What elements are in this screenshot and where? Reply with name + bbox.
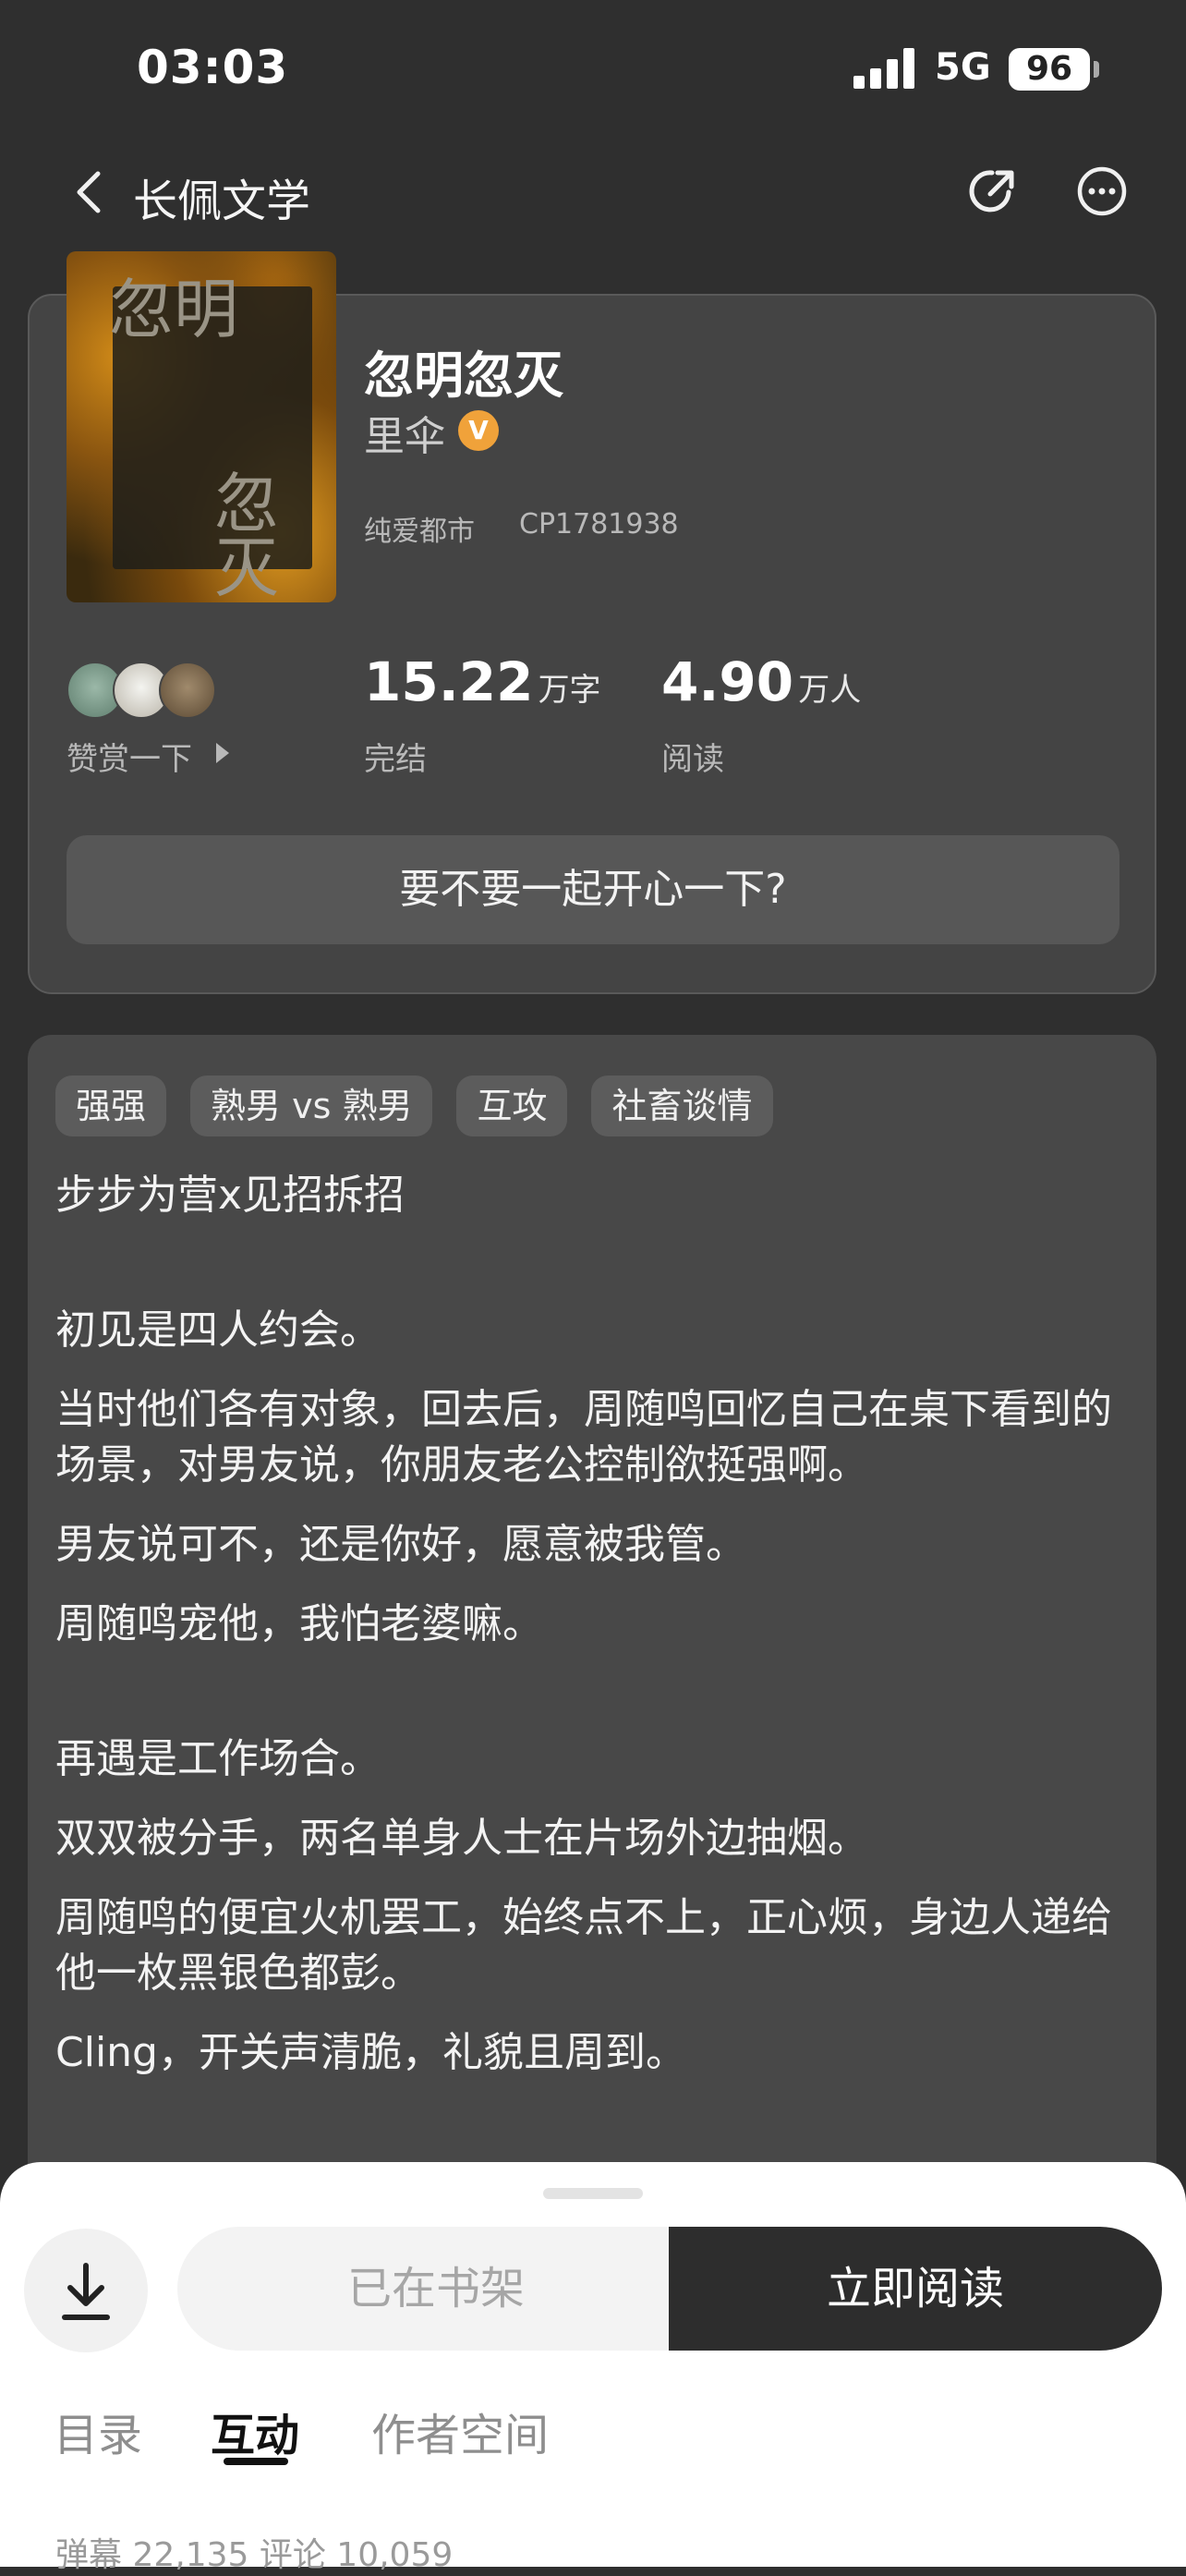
desc-paragraph: 双双被分手，两名单身人士在片场外边抽烟。	[55, 1815, 868, 1862]
status-time: 03:03	[137, 41, 289, 94]
network-type: 5G	[935, 46, 991, 89]
more-icon[interactable]	[1075, 164, 1129, 218]
desc-paragraph: 再遇是工作场合。	[55, 1735, 381, 1782]
share-icon[interactable]	[966, 164, 1020, 218]
stat-number: 4.90	[661, 650, 794, 713]
desc-paragraph: 男友说可不，还是你好，愿意被我管。	[55, 1521, 746, 1568]
tip-label[interactable]: 赞赏一下	[67, 734, 192, 779]
cover-text-top: 忽明	[109, 272, 238, 347]
download-icon	[62, 2263, 110, 2320]
battery-icon: 96	[1009, 48, 1090, 91]
book-title: 忽明忽灭	[364, 346, 563, 405]
nav-title: 长佩文学	[133, 176, 311, 227]
tipper-avatars[interactable]	[67, 662, 216, 719]
stat-label-status: 完结	[364, 741, 427, 778]
download-button[interactable]	[24, 2229, 148, 2352]
tag-chip[interactable]: 社畜谈情	[591, 1075, 773, 1136]
tag-chip[interactable]: 熟男 vs 熟男	[190, 1075, 433, 1136]
slogan-button[interactable]: 要不要一起开心一下?	[67, 835, 1119, 944]
battery-tip	[1094, 61, 1099, 78]
avatar	[159, 662, 216, 719]
stat-readers: 4.90 万人	[661, 650, 861, 713]
book-cp-id: CP1781938	[519, 508, 679, 541]
desc-paragraph: 初见是四人约会。	[55, 1306, 381, 1354]
desc-paragraph: Cling，开关声清脆，礼貌且周到。	[55, 2029, 686, 2076]
desc-paragraph: 周随鸣的便宜火机罢工，始终点不上，正心烦，身边人递给他一枚黑银色都彭。	[55, 1894, 1112, 1997]
in-bookshelf-button[interactable]: 已在书架	[177, 2227, 695, 2351]
tab-interaction[interactable]: 互动	[211, 2399, 299, 2463]
stat-unit: 万人	[798, 672, 862, 709]
tab-catalog[interactable]: 目录	[54, 2399, 142, 2463]
book-cover[interactable]: 忽明 忽灭	[67, 251, 336, 602]
interaction-counts: 弹幕 22,135 评论 10,059	[55, 2536, 454, 2574]
tag-chip[interactable]: 强强	[55, 1075, 167, 1136]
stat-word-count: 15.22 万字	[364, 650, 601, 713]
verified-badge-icon: V	[458, 410, 499, 451]
stat-number: 15.22	[364, 650, 534, 713]
book-category[interactable]: 纯爱都市	[364, 508, 475, 549]
stat-label-readers: 阅读	[661, 741, 724, 778]
drag-handle[interactable]	[543, 2188, 643, 2199]
read-now-button[interactable]: 立即阅读	[669, 2227, 1162, 2351]
desc-paragraph: 步步为营x见招拆招	[55, 1172, 405, 1219]
author-name[interactable]: 里伞	[364, 403, 445, 462]
active-tab-indicator	[224, 2458, 288, 2465]
stat-unit: 万字	[538, 672, 601, 709]
back-icon[interactable]	[65, 166, 116, 218]
signal-icon	[853, 48, 914, 89]
desc-paragraph: 当时他们各有对象，回去后，周随鸣回忆自己在桌下看到的场景，对男友说，你朋友老公控…	[55, 1386, 1112, 1488]
bottom-sheet	[0, 2162, 1186, 2567]
tab-author-space[interactable]: 作者空间	[371, 2399, 549, 2463]
desc-paragraph: 周随鸣宠他，我怕老婆嘛。	[55, 1600, 543, 1647]
play-arrow-icon	[216, 743, 229, 763]
tag-list: 强强 熟男 vs 熟男 互攻 社畜谈情	[55, 1075, 773, 1136]
tag-chip[interactable]: 互攻	[456, 1075, 568, 1136]
book-description: 步步为营x见招拆招 初见是四人约会。 当时他们各有对象，回去后，周随鸣回忆自己在…	[55, 1168, 1136, 2105]
cover-text-bottom: 忽灭	[214, 466, 279, 602]
